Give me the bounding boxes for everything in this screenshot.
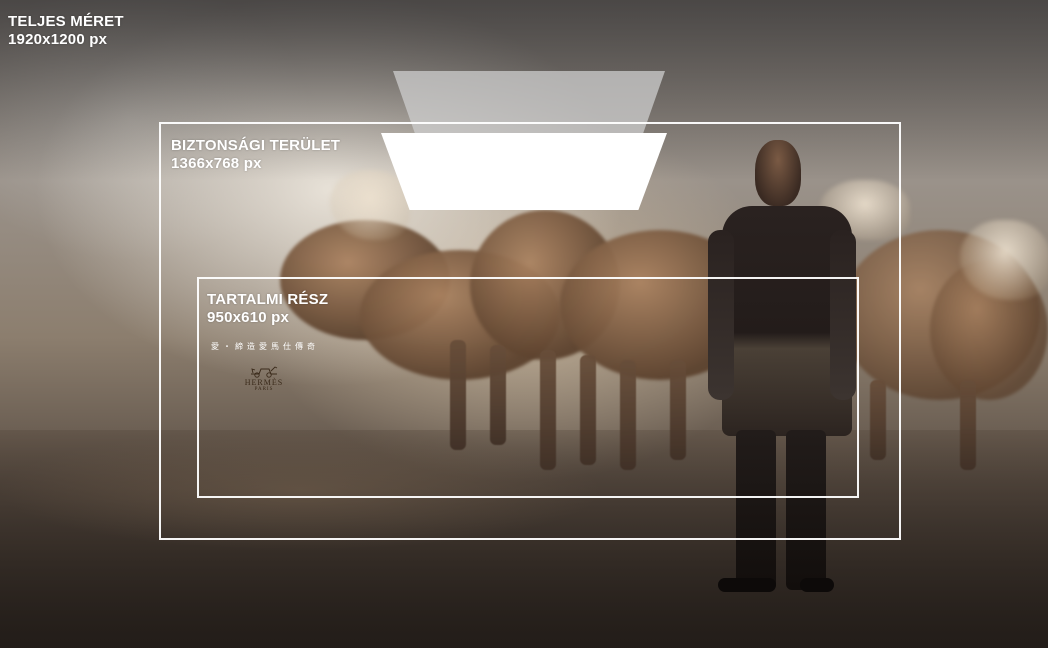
person-shoe-right xyxy=(800,578,834,592)
brand-name: HERMÈS xyxy=(244,378,284,387)
safe-area-title: BIZTONSÁGI TERÜLET xyxy=(171,137,341,154)
full-size-title: TELJES MÉRET xyxy=(8,13,124,30)
content-area-label: TARTALMI RÉSZ 950x610 px xyxy=(207,291,328,327)
person-shoe-left xyxy=(718,578,776,592)
content-area-dimensions: 950x610 px xyxy=(207,309,290,326)
ad-tagline: 愛・締造愛馬仕傳奇 xyxy=(211,342,319,351)
carriage-logo-icon xyxy=(251,366,278,378)
safe-area-dimensions: 1366x768 px xyxy=(171,155,262,172)
content-area-title: TARTALMI RÉSZ xyxy=(207,291,329,308)
horse-leg xyxy=(960,380,976,470)
brand-logo: HERMÈS PARIS xyxy=(238,364,290,400)
full-size-label: TELJES MÉRET 1920x1200 px xyxy=(8,13,124,49)
full-size-dimensions: 1920x1200 px xyxy=(8,31,108,48)
safe-area-label: BIZTONSÁGI TERÜLET 1366x768 px xyxy=(171,137,340,173)
brand-city: PARIS xyxy=(254,387,274,392)
wallpaper-preview: TELJES MÉRET 1920x1200 px BIZTONSÁGI TER… xyxy=(0,0,1058,652)
